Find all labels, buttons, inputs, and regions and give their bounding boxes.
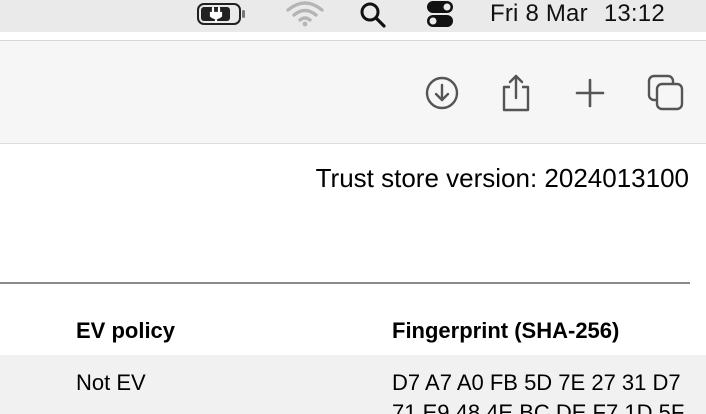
- fingerprint-cell-line-2: 71 E9 48 4E BC DE F7 1D 5F: [392, 400, 685, 414]
- page-content: Trust store version: 2024013100 EV polic…: [0, 145, 706, 414]
- share-icon: [502, 74, 530, 112]
- battery-charging-icon[interactable]: [196, 0, 250, 28]
- wifi-icon[interactable]: [285, 0, 325, 28]
- ev-policy-cell: Not EV: [76, 370, 146, 395]
- spotlight-search-icon[interactable]: [358, 0, 388, 28]
- download-button[interactable]: [422, 71, 462, 115]
- fingerprint-cell-line-1: D7 A7 A0 FB 5D 7E 27 31 D7: [392, 370, 681, 395]
- share-button[interactable]: [496, 71, 536, 115]
- menu-bar: Fri 8 Mar 13:12: [0, 0, 706, 32]
- plus-icon: [575, 78, 605, 108]
- table-row: Not EV D7 A7 A0 FB 5D 7E 27 31 D7 71 E9 …: [0, 355, 706, 414]
- tab-overview-button[interactable]: [646, 71, 686, 115]
- column-header-ev-policy: EV policy: [76, 318, 176, 343]
- tab-overview-icon: [647, 74, 684, 111]
- time-label: 13:12: [603, 0, 665, 27]
- control-center-icon[interactable]: [424, 0, 458, 28]
- menu-bar-clock[interactable]: Fri 8 Mar 13:12: [490, 0, 665, 28]
- trust-store-version: Trust store version: 2024013100: [315, 163, 689, 193]
- download-icon: [425, 76, 459, 110]
- column-header-fingerprint: Fingerprint (SHA-256): [392, 318, 620, 343]
- new-tab-button[interactable]: [570, 71, 610, 115]
- section-divider: [0, 282, 690, 284]
- date-label: Fri 8 Mar: [490, 0, 588, 27]
- browser-toolbar: [0, 40, 706, 144]
